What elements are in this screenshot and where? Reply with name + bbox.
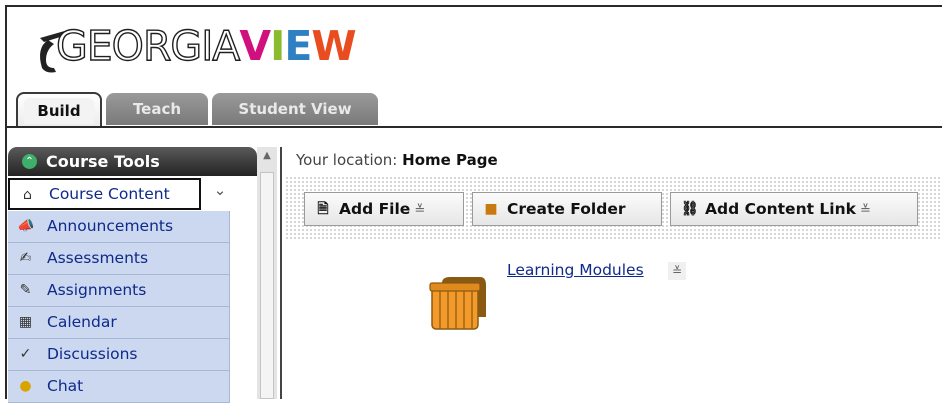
calendar-icon: ▦ [18, 314, 33, 330]
dropdown-icon[interactable]: ≚ [860, 203, 871, 218]
folder-icon: ■ [484, 201, 498, 217]
tab-student-view[interactable]: Student View [212, 93, 378, 125]
file-icon: 🗎 [317, 201, 329, 217]
tab-build[interactable]: Build [16, 92, 102, 126]
dropdown-icon[interactable]: ≚ [414, 203, 425, 218]
sidebar-item-discussions[interactable]: ✓ Discussions [8, 339, 230, 371]
sidebar-item-assessments[interactable]: ✍ Assessments [8, 243, 230, 275]
megaphone-icon: 📣 [17, 218, 35, 234]
sidebar-item-assignments[interactable]: ✎ Assignments [8, 275, 230, 307]
assessment-icon: ✍ [19, 250, 32, 266]
course-tools-sidebar: ⌃ Course Tools ⌂ Course Content ⌄ ⌄ 📣 Annou… [8, 147, 257, 403]
item-menu-icon[interactable]: ≚ [668, 262, 686, 280]
pane-divider [280, 147, 282, 399]
tab-teach[interactable]: Teach [106, 93, 208, 125]
sidebar-item-announcements[interactable]: 📣 Announcements [8, 211, 230, 243]
logo-text: GEORGIAVIEW [55, 21, 356, 70]
link-icon: ⛓ [681, 201, 699, 217]
pushpin-icon: ✓ [19, 346, 32, 362]
learning-module-icon [429, 277, 486, 330]
scroll-up-arrow-icon[interactable]: ▲ [257, 150, 277, 164]
scrollbar-thumb[interactable] [260, 172, 274, 399]
sidebar-item-course-content[interactable]: ⌂ Course Content [8, 178, 201, 210]
sidebar-item-chat[interactable]: ● Chat [8, 371, 230, 403]
collapse-up-icon[interactable]: ⌃ [22, 154, 37, 169]
home-icon: ⌂ [23, 187, 32, 203]
assignment-icon: ✎ [19, 282, 32, 298]
tab-divider [7, 126, 942, 128]
learning-modules-link[interactable]: Learning Modules [507, 261, 644, 279]
georgiaview-logo: GEORGIAVIEW [38, 21, 357, 76]
chat-bubble-icon: ● [19, 378, 32, 394]
create-folder-button[interactable]: ■ Create Folder [472, 192, 662, 226]
course-tools-header[interactable]: ⌃ Course Tools [8, 147, 257, 176]
breadcrumb: Your location: Home Page [296, 151, 498, 169]
add-file-button[interactable]: 🗎 Add File ≚ [304, 192, 464, 226]
double-chevron-down-icon[interactable]: ⌄ ⌄ [210, 180, 230, 219]
sidebar-item-calendar[interactable]: ▦ Calendar [8, 307, 230, 339]
add-content-link-button[interactable]: ⛓ Add Content Link ≚ [670, 192, 918, 226]
